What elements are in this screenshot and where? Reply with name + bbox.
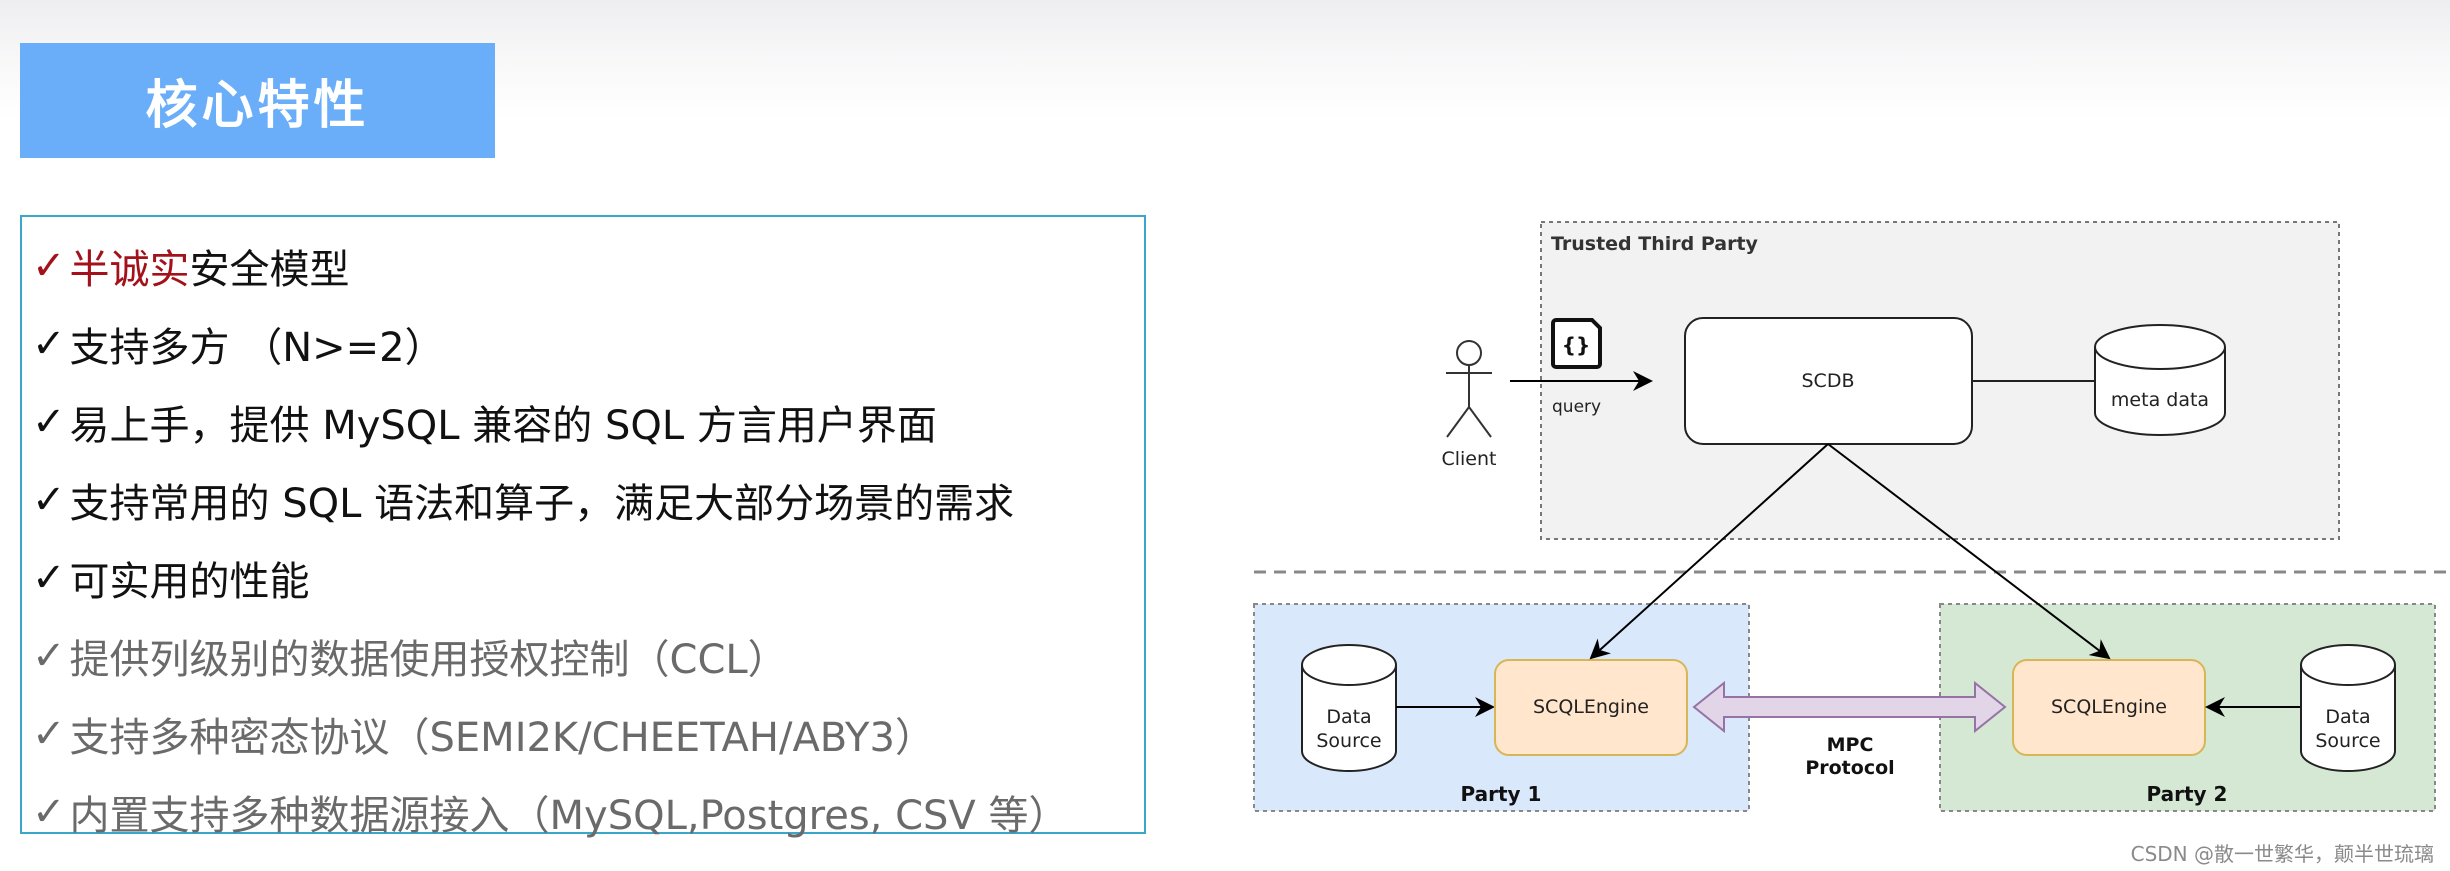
json-document-icon: {} [1551,318,1602,369]
svg-text:{}: {} [1562,333,1590,357]
client-actor-icon [1446,340,1492,438]
party2-label: Party 2 [2147,782,2228,806]
watermark: CSDN @散一世繁华，颠半世琉璃 [2130,842,2434,866]
party1-datasource-label-2: Source [1316,730,1381,752]
client-label: Client [1441,448,1496,470]
party1-engine-label: SCQLEngine [1533,696,1649,718]
party1-datasource-label: Data [1326,706,1371,728]
meta-data-label: meta data [2111,389,2209,411]
party2-datasource-label: Data [2325,706,2370,728]
trusted-party-label: Trusted Third Party [1551,233,1759,255]
architecture-diagram: Trusted Third Party Client {} query SCDB… [1253,221,2450,812]
mpc-label-2: Protocol [1805,757,1894,779]
mpc-label: MPC [1827,734,1874,756]
meta-data-store-icon [2094,324,2226,436]
party2-datasource-label-2: Source [2315,730,2380,752]
scdb-label: SCDB [1802,370,1855,392]
party2-engine-label: SCQLEngine [2051,696,2167,718]
party1-label: Party 1 [1461,782,1542,806]
query-label: query [1552,397,1601,417]
